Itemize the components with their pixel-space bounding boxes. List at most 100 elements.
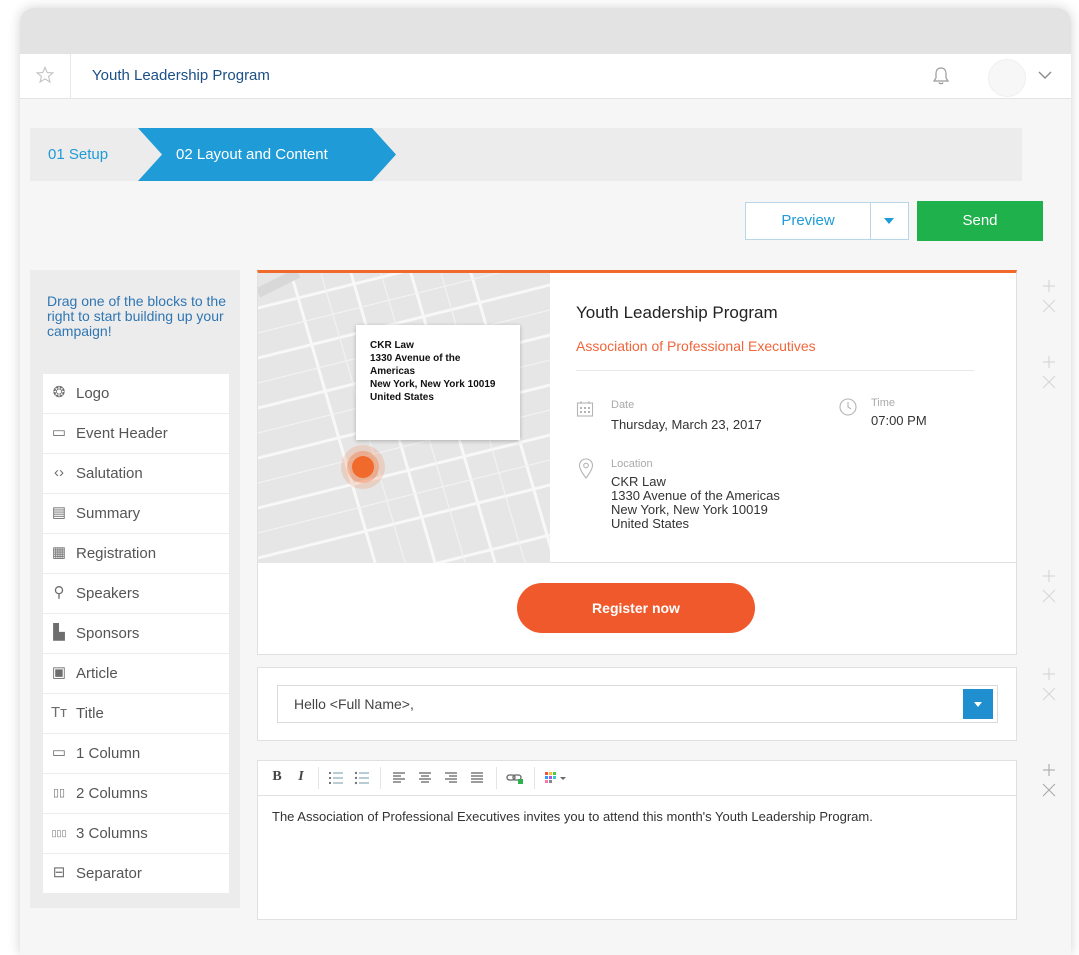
preview-dropdown-button[interactable]	[871, 202, 909, 240]
align-center-icon[interactable]	[418, 769, 432, 787]
time-label: Time	[871, 397, 896, 409]
time-value: 07:00 PM	[871, 413, 927, 428]
block-item-sponsors[interactable]: ▙ Sponsors	[43, 614, 229, 653]
chevron-down-icon[interactable]	[1038, 70, 1052, 80]
page-title: Youth Leadership Program	[92, 67, 270, 84]
divider	[576, 370, 974, 371]
title-icon: Tт	[50, 704, 68, 721]
one-column-icon: ▭	[51, 744, 67, 761]
block-item-label: 2 Columns	[76, 785, 148, 802]
map-address-card: CKR Law 1330 Avenue of the Americas New …	[356, 325, 520, 440]
location-line: 1330 Avenue of the Americas	[611, 488, 780, 503]
divider	[496, 767, 497, 789]
block-item-2-columns[interactable]: ▯▯ 2 Columns	[43, 774, 229, 813]
date-value: Thursday, March 23, 2017	[611, 417, 762, 432]
map-card-line: New York, New York 10019	[370, 379, 496, 390]
location-label: Location	[611, 458, 653, 470]
caret-down-icon	[974, 702, 982, 707]
block-item-separator[interactable]: ⊟ Separator	[43, 854, 229, 893]
registration-icon: ▦	[51, 544, 67, 561]
divider	[318, 767, 319, 789]
block-item-article[interactable]: ▣ Article	[43, 654, 229, 693]
remove-handle-icon	[1042, 375, 1056, 389]
salutation-select[interactable]: Hello <Full Name>,	[277, 685, 998, 723]
clock-icon	[839, 398, 857, 416]
separator-icon: ⊟	[52, 864, 66, 881]
three-columns-icon: ▯▯▯	[51, 828, 67, 838]
avatar[interactable]	[988, 59, 1026, 97]
register-now-button[interactable]: Register now	[517, 583, 755, 633]
map-card-line: CKR Law	[370, 340, 414, 351]
align-justify-icon[interactable]	[470, 769, 484, 787]
ordered-list-icon[interactable]	[328, 769, 344, 787]
block-item-label: Sponsors	[76, 625, 140, 642]
sponsors-icon: ▙	[53, 624, 65, 641]
event-title: Youth Leadership Program	[576, 303, 778, 322]
move-handle-icon	[1043, 764, 1055, 776]
map-card-line: Americas	[370, 366, 416, 377]
caret-down-icon	[884, 218, 894, 224]
date-label: Date	[611, 399, 635, 411]
event-organization: Association of Professional Executives	[576, 338, 816, 354]
block-item-summary[interactable]: ▤ Summary	[43, 494, 229, 533]
block-handles	[1042, 280, 1056, 797]
block-item-label: Title	[76, 705, 104, 722]
registration-block[interactable]: Register now	[257, 563, 1017, 655]
block-item-1-column[interactable]: ▭ 1 Column	[43, 734, 229, 773]
summary-block[interactable]: B I The Association of Professional Exec…	[257, 760, 1017, 920]
remove-handle-icon	[1042, 783, 1056, 797]
block-item-3-columns[interactable]: ▯▯▯ 3 Columns	[43, 814, 229, 853]
summary-icon: ▤	[51, 504, 67, 521]
block-item-salutation[interactable]: ‹› Salutation	[43, 454, 229, 493]
sidebar-intro: Drag one of the blocks to the right to s…	[47, 293, 226, 339]
unordered-list-icon[interactable]	[354, 769, 370, 787]
calendar-icon	[576, 401, 594, 417]
block-item-label: Summary	[76, 505, 141, 522]
align-right-icon[interactable]	[444, 769, 458, 787]
block-item-label: Speakers	[76, 585, 140, 602]
location-line: CKR Law	[611, 474, 666, 489]
move-handle-icon	[1043, 356, 1055, 368]
block-item-label: Article	[76, 665, 118, 682]
preview-button[interactable]: Preview	[745, 202, 871, 240]
move-handle-icon	[1043, 280, 1055, 292]
wizard-step-setup[interactable]: 01 Setup	[48, 146, 108, 163]
divider	[534, 767, 535, 789]
two-columns-icon: ▯▯	[52, 787, 66, 799]
event-header-block[interactable]: CKR Law 1330 Avenue of the Americas New …	[257, 270, 1017, 563]
wizard-step-layout[interactable]: 02 Layout and Content	[176, 146, 328, 163]
remove-handle-icon	[1042, 589, 1056, 603]
bell-icon[interactable]	[932, 66, 950, 86]
summary-text[interactable]: The Association of Professional Executiv…	[272, 809, 873, 824]
salutation-dropdown-button[interactable]	[963, 689, 993, 719]
block-item-label: Separator	[76, 865, 142, 882]
divider	[70, 54, 71, 98]
move-handle-icon	[1043, 570, 1055, 582]
map-pin-icon	[352, 456, 374, 478]
send-button[interactable]: Send	[917, 201, 1043, 241]
align-left-icon[interactable]	[392, 769, 406, 787]
article-icon: ▣	[51, 664, 67, 681]
block-item-label: Event Header	[76, 425, 168, 442]
browser-top-bar	[20, 8, 1071, 54]
text-color-icon[interactable]	[544, 769, 568, 787]
remove-handle-icon	[1042, 299, 1056, 313]
block-item-title[interactable]: Tт Title	[43, 694, 229, 733]
title-bar: Youth Leadership Program	[20, 54, 1071, 99]
divider	[380, 767, 381, 789]
italic-button[interactable]: I	[294, 769, 308, 787]
block-item-speakers[interactable]: ⚲ Speakers	[43, 574, 229, 613]
map-card-line: United States	[370, 392, 434, 403]
link-icon[interactable]	[506, 769, 524, 787]
map-card-line: 1330 Avenue of the	[370, 353, 461, 364]
star-icon[interactable]	[36, 66, 54, 84]
bold-button[interactable]: B	[270, 769, 284, 787]
block-item-registration[interactable]: ▦ Registration	[43, 534, 229, 573]
blocks-sidebar: Drag one of the blocks to the right to s…	[30, 270, 240, 908]
block-item-label: Salutation	[76, 465, 143, 482]
block-item-event-header[interactable]: ▭ Event Header	[43, 414, 229, 453]
block-item-logo[interactable]: ❂ Logo	[43, 374, 229, 413]
salutation-block[interactable]: Hello <Full Name>,	[257, 667, 1017, 741]
text-editor-toolbar: B I	[258, 761, 1016, 796]
block-item-label: 3 Columns	[76, 825, 148, 842]
